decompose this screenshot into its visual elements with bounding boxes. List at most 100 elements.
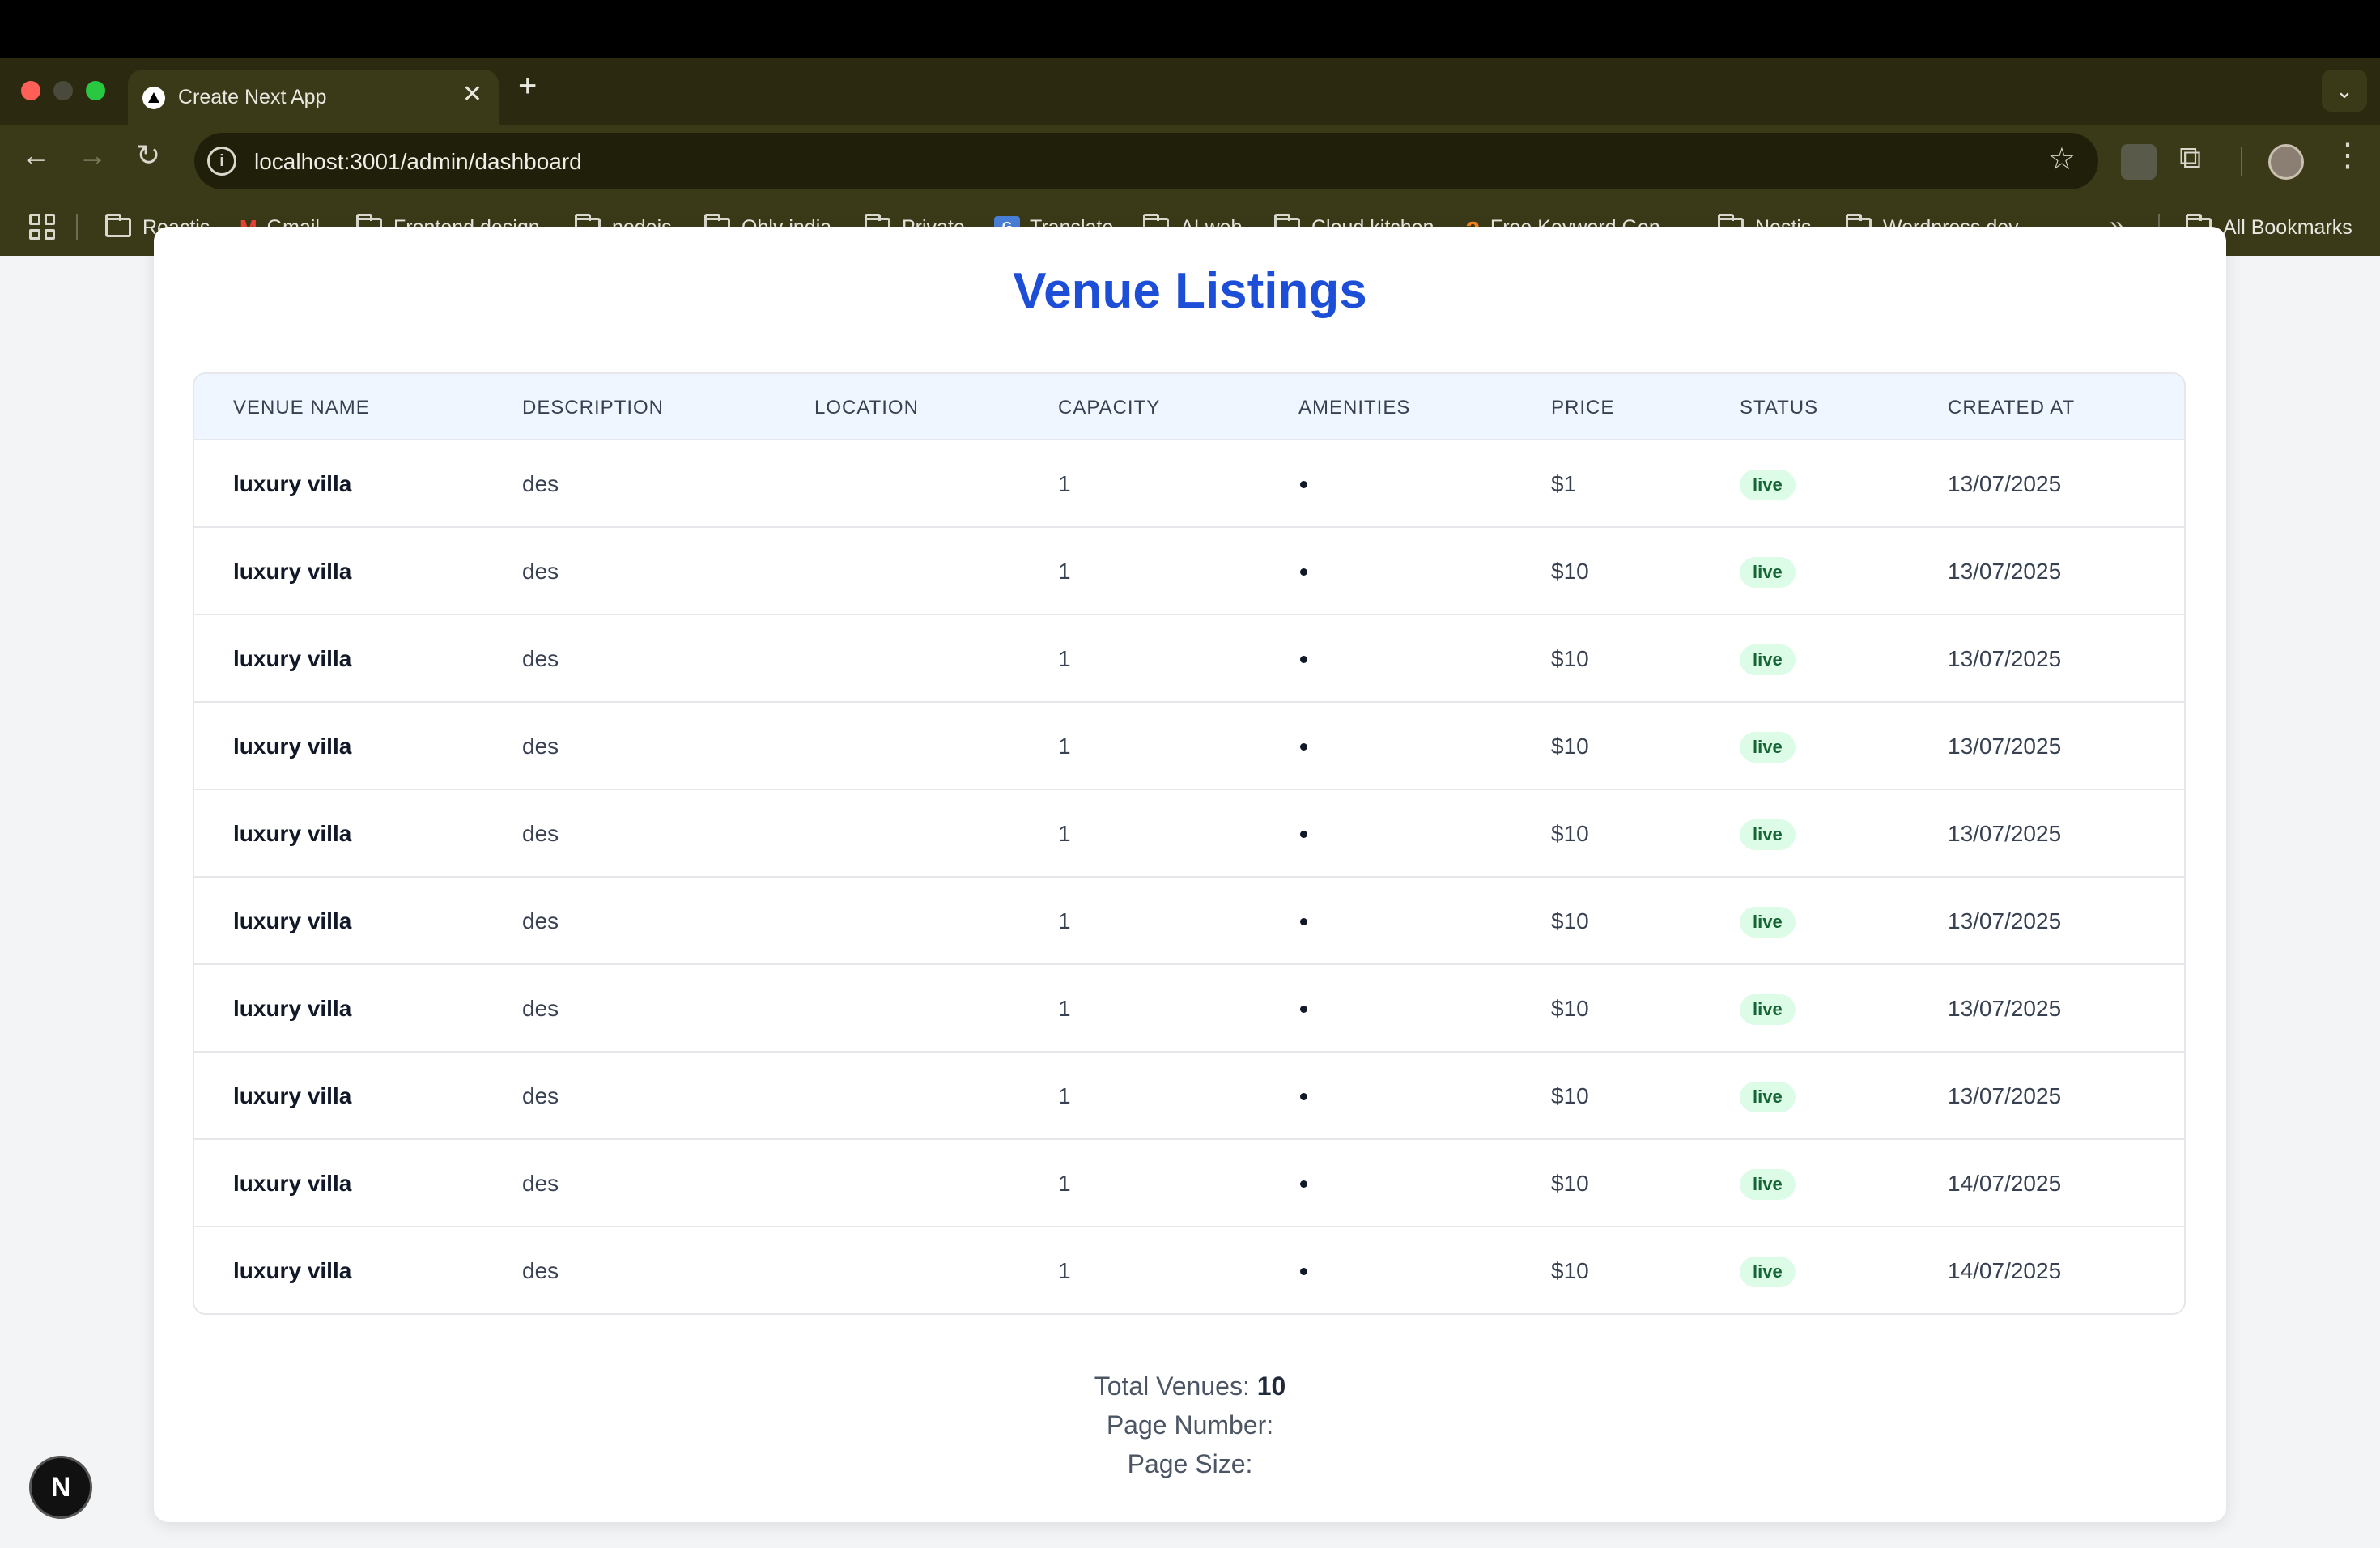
tab-search-chevron-icon[interactable]: ⌄ <box>2322 70 2367 112</box>
table-row: luxury villa des 1 $10 13/07/2025 live <box>194 878 2184 965</box>
reload-icon[interactable]: ↻ <box>136 141 160 170</box>
created-at-cell: 14/07/2025 <box>1948 1171 2062 1196</box>
amenity-bullet-icon <box>1300 743 1307 751</box>
capacity-cell: 1 <box>1058 646 1071 671</box>
price-cell: $10 <box>1551 996 1589 1021</box>
extension-icon[interactable] <box>2121 144 2157 180</box>
page-title: Venue Listings <box>1013 263 1367 319</box>
maximize-window-button[interactable] <box>86 81 105 100</box>
table-row: luxury villa des 1 $10 13/07/2025 live <box>194 528 2184 615</box>
url-text[interactable]: localhost:3001/admin/dashboard <box>254 149 582 175</box>
apps-grid-icon[interactable] <box>29 214 55 240</box>
table-row: luxury villa des 1 $10 13/07/2025 live <box>194 965 2184 1053</box>
table-row: luxury villa des 1 $10 13/07/2025 live <box>194 615 2184 703</box>
capacity-cell: 1 <box>1058 908 1071 933</box>
created-at-cell: 13/07/2025 <box>1948 1083 2062 1108</box>
bookmarks-divider <box>76 214 78 240</box>
total-venues-line: Total Venues: 10 <box>154 1367 2226 1406</box>
close-window-button[interactable] <box>21 81 40 100</box>
table-row: luxury villa des 1 $10 13/07/2025 live <box>194 790 2184 878</box>
table-row: luxury villa des 1 $10 13/07/2025 live <box>194 1053 2184 1140</box>
price-cell: $10 <box>1551 1083 1589 1108</box>
description-cell: des <box>522 1258 559 1283</box>
price-cell: $10 <box>1551 646 1589 671</box>
capacity-cell: 1 <box>1058 471 1071 496</box>
tab-title: Create Next App <box>178 86 327 108</box>
amenity-bullet-icon <box>1300 918 1307 925</box>
bookmark-label: All Bookmarks <box>2223 215 2352 239</box>
browser-tab[interactable]: Create Next App ✕ <box>128 70 499 125</box>
capacity-cell: 1 <box>1058 1083 1071 1108</box>
created-at-cell: 13/07/2025 <box>1948 996 2062 1021</box>
column-header-location: LOCATION <box>814 397 919 419</box>
screen-top-strip <box>0 0 2380 58</box>
status-badge: live <box>1740 470 1796 500</box>
description-cell: des <box>522 559 559 584</box>
column-header-status: STATUS <box>1740 397 1819 419</box>
venue-name-cell: luxury villa <box>233 1171 352 1196</box>
status-badge: live <box>1740 557 1796 588</box>
minimize-window-button[interactable] <box>53 81 73 100</box>
venue-name-cell: luxury villa <box>233 559 352 584</box>
back-arrow-icon[interactable]: ← <box>21 141 50 170</box>
close-tab-icon[interactable]: ✕ <box>462 83 482 107</box>
forward-arrow-icon[interactable]: → <box>78 141 107 170</box>
capacity-cell: 1 <box>1058 734 1071 759</box>
created-at-cell: 13/07/2025 <box>1948 646 2062 671</box>
venue-name-cell: luxury villa <box>233 1258 352 1283</box>
venue-table: VENUE NAME DESCRIPTION LOCATION CAPACITY… <box>193 372 2186 1315</box>
page-size-label: Page Size: <box>1127 1449 1253 1478</box>
bookmark-star-icon[interactable]: ☆ <box>2048 144 2076 175</box>
amenity-bullet-icon <box>1300 1006 1307 1013</box>
new-tab-icon[interactable]: + <box>518 70 537 102</box>
site-info-icon[interactable]: i <box>207 147 236 176</box>
status-badge: live <box>1740 1257 1796 1287</box>
capacity-cell: 1 <box>1058 996 1071 1021</box>
browser-toolbar: ← → ↻ i localhost:3001/admin/dashboard ☆… <box>0 125 2380 199</box>
column-header-capacity: CAPACITY <box>1058 397 1161 419</box>
address-bar[interactable]: i localhost:3001/admin/dashboard ☆ <box>194 133 2098 189</box>
nextjs-dev-tools-button[interactable]: N <box>29 1456 92 1519</box>
total-venues-value: 10 <box>1256 1372 1286 1401</box>
status-badge: live <box>1740 819 1796 850</box>
table-row: luxury villa des 1 $10 13/07/2025 live <box>194 703 2184 790</box>
profile-avatar[interactable] <box>2268 144 2304 180</box>
price-cell: $10 <box>1551 908 1589 933</box>
created-at-cell: 14/07/2025 <box>1948 1258 2062 1283</box>
tab-bar: Create Next App ✕ <box>0 58 2380 125</box>
status-badge: live <box>1740 732 1796 763</box>
description-cell: des <box>522 734 559 759</box>
venue-name-cell: luxury villa <box>233 1083 352 1108</box>
column-header-venue-name: VENUE NAME <box>233 397 370 419</box>
amenity-bullet-icon <box>1300 568 1307 576</box>
description-cell: des <box>522 1083 559 1108</box>
folder-icon <box>105 214 131 237</box>
column-header-amenities: AMENITIES <box>1298 397 1411 419</box>
status-badge: live <box>1740 1169 1796 1200</box>
created-at-cell: 13/07/2025 <box>1948 559 2062 584</box>
description-cell: des <box>522 821 559 846</box>
price-cell: $10 <box>1551 1171 1589 1196</box>
capacity-cell: 1 <box>1058 559 1071 584</box>
venue-name-cell: luxury villa <box>233 908 352 933</box>
price-cell: $10 <box>1551 559 1589 584</box>
extensions-puzzle-icon[interactable]: ⧉ <box>2179 142 2201 173</box>
description-cell: des <box>522 471 559 496</box>
status-badge: live <box>1740 644 1796 675</box>
page-number-label: Page Number: <box>1106 1410 1274 1440</box>
table-summary: Total Venues: 10 Page Number: Page Size: <box>154 1367 2226 1483</box>
venue-name-cell: luxury villa <box>233 821 352 846</box>
created-at-cell: 13/07/2025 <box>1948 821 2062 846</box>
table-row: luxury villa des 1 $10 14/07/2025 live <box>194 1140 2184 1227</box>
price-cell: $10 <box>1551 821 1589 846</box>
amenity-bullet-icon <box>1300 831 1307 838</box>
venue-name-cell: luxury villa <box>233 471 352 496</box>
price-cell: $10 <box>1551 734 1589 759</box>
browser-menu-icon[interactable]: ⋮ <box>2331 139 2364 172</box>
venue-name-cell: luxury villa <box>233 996 352 1021</box>
column-header-description: DESCRIPTION <box>522 397 665 419</box>
total-venues-label: Total Venues: <box>1094 1372 1250 1401</box>
price-cell: $1 <box>1551 471 1577 496</box>
nextjs-favicon-icon <box>142 87 165 109</box>
description-cell: des <box>522 996 559 1021</box>
